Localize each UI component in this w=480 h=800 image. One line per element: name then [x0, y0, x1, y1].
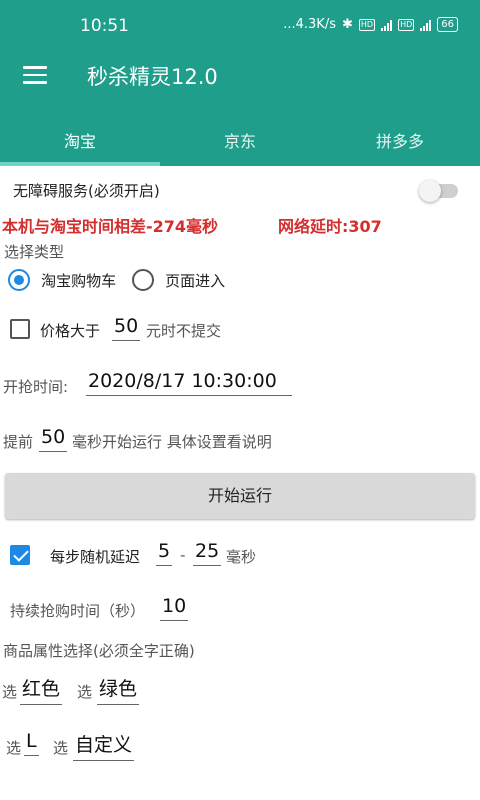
delay-max-input[interactable]: 25 [193, 540, 222, 566]
delay-dash: - [180, 546, 186, 564]
advance-row: 提前 50 毫秒开始运行 具体设置看说明 [0, 424, 480, 458]
attribute-input-1[interactable]: 红色 [20, 674, 63, 705]
duration-input[interactable]: 10 [160, 595, 189, 621]
status-icons: ...4.3K/s ✱ HD HD 66 [283, 17, 458, 32]
accessibility-label: 无障碍服务(必须开启) [13, 182, 160, 200]
status-time: 10:51 [80, 16, 129, 36]
attributes-row-1: 选 红色 选 绿色 [0, 672, 480, 708]
advance-prefix: 提前 [3, 433, 34, 451]
select-type-label: 选择类型 [4, 243, 65, 261]
accessibility-toggle[interactable] [419, 180, 458, 202]
delay-row: 每步随机延迟 5 - 25 毫秒 [0, 538, 480, 574]
accessibility-row: 无障碍服务(必须开启) [0, 178, 480, 204]
price-row: 价格大于 50 元时不提交 [0, 315, 480, 349]
start-time-label: 开抢时间: [3, 378, 69, 396]
delay-checkbox[interactable] [10, 545, 30, 565]
select-word-4: 选 [53, 739, 69, 757]
select-word-2: 选 [77, 683, 93, 701]
price-checkbox[interactable] [10, 319, 30, 339]
tab-bar: 淘宝 京东 拼多多 [0, 98, 480, 166]
price-suffix: 元时不提交 [146, 322, 222, 340]
delay-unit: 毫秒 [226, 548, 257, 566]
start-time-row: 开抢时间: 2020/8/17 10:30:00 [0, 368, 480, 404]
start-button[interactable]: 开始运行 [5, 473, 475, 519]
time-diff-text: 本机与淘宝时间相差-274毫秒 [2, 217, 219, 236]
battery-icon: 66 [437, 17, 458, 32]
app-bar: 秒杀精灵12.0 [0, 52, 480, 98]
tab-taobao[interactable]: 淘宝 [0, 98, 160, 166]
radio-unselected-icon [132, 269, 154, 291]
delay-label: 每步随机延迟 [50, 548, 141, 566]
attributes-label: 商品属性选择(必须全字正确) [3, 642, 195, 660]
select-word: 选 [2, 683, 18, 701]
price-prefix: 价格大于 [40, 322, 101, 340]
start-time-input[interactable]: 2020/8/17 10:30:00 [86, 370, 292, 396]
app-title: 秒杀精灵12.0 [87, 65, 218, 89]
delay-min-input[interactable]: 5 [156, 540, 173, 566]
status-bar: 10:51 ...4.3K/s ✱ HD HD 66 [0, 0, 480, 52]
advance-input[interactable]: 50 [39, 426, 68, 452]
latency-text: 网络延时:307 [278, 217, 382, 236]
radio-selected-icon [8, 269, 30, 291]
attributes-row-2: 选 L 选 自定义 [0, 728, 480, 764]
advance-suffix: 毫秒开始运行 具体设置看说明 [72, 433, 272, 451]
select-word-3: 选 [6, 739, 22, 757]
menu-icon[interactable] [23, 66, 47, 84]
signal-icon-2 [420, 19, 432, 31]
select-type-options: 淘宝购物车 页面进入 [0, 267, 480, 295]
attribute-input-4[interactable]: 自定义 [73, 730, 135, 761]
tab-pinduoduo[interactable]: 拼多多 [320, 98, 480, 166]
tab-jingdong[interactable]: 京东 [160, 98, 320, 166]
radio-taobao-cart[interactable]: 淘宝购物车 [8, 269, 116, 291]
duration-row: 持续抢购时间（秒） 10 [0, 594, 480, 628]
hd-icon-2: HD [398, 18, 415, 31]
hd-icon: HD [358, 18, 376, 31]
network-speed: ...4.3K/s [283, 17, 336, 32]
bluetooth-icon: ✱ [341, 17, 353, 32]
price-input[interactable]: 50 [112, 315, 141, 341]
attribute-input-2[interactable]: 绿色 [97, 674, 140, 705]
signal-icon [381, 19, 393, 31]
duration-label: 持续抢购时间（秒） [10, 602, 146, 620]
radio-page-entry[interactable]: 页面进入 [132, 269, 225, 291]
attribute-input-3[interactable]: L [24, 730, 39, 756]
